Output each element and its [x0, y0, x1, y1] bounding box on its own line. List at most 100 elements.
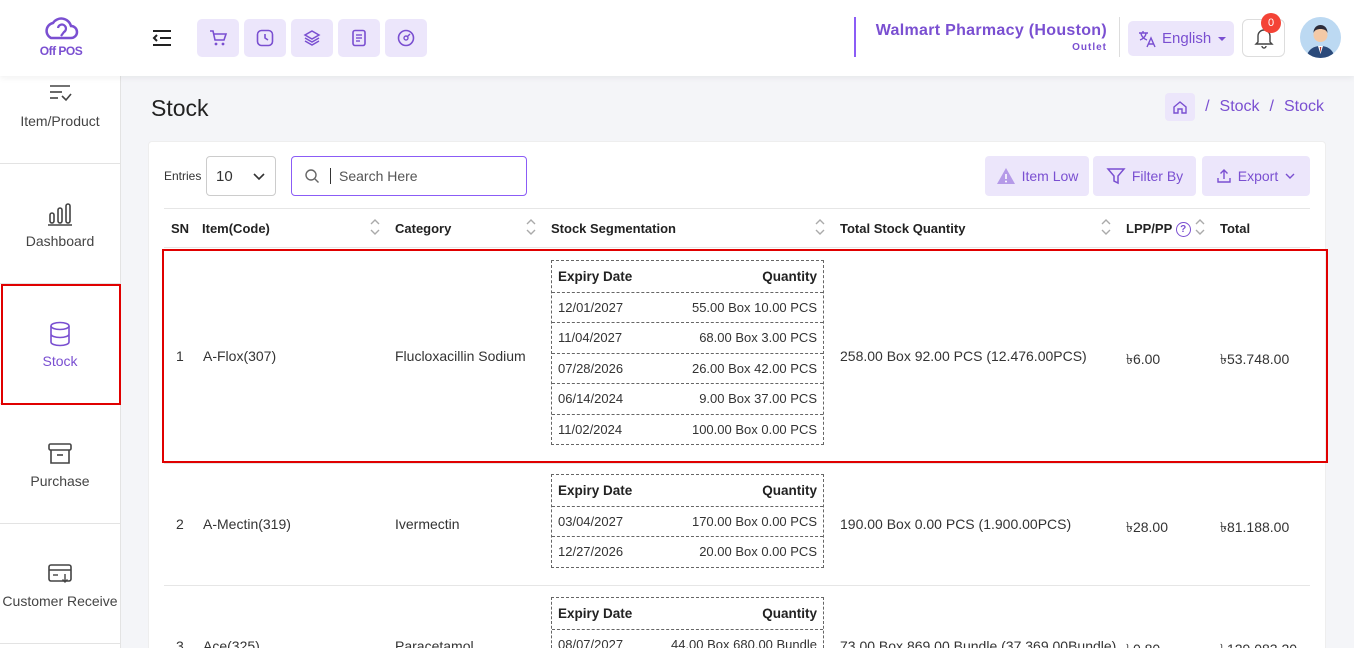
export-label: Export	[1237, 168, 1279, 184]
upload-icon	[1217, 169, 1231, 183]
row3-lpp: ৳0.80	[1126, 638, 1160, 648]
row2-sn: 2	[176, 516, 184, 532]
entries-value: 10	[216, 167, 233, 185]
page-title: Stock	[151, 95, 209, 121]
caret-down-icon	[1218, 36, 1227, 41]
segment-header-expiry: Expiry Date	[558, 482, 633, 498]
row3-sn: 3	[176, 638, 184, 648]
segment-date: 12/27/2026	[558, 544, 624, 560]
sort-icon[interactable]	[525, 217, 537, 237]
sidebar-toggle-button[interactable]	[150, 26, 174, 50]
row2-lpp: ৳28.00	[1126, 519, 1169, 535]
column-header-segmentation[interactable]: Stock Segmentation	[551, 221, 676, 236]
user-avatar-image	[1300, 17, 1341, 58]
language-label: English	[1162, 30, 1212, 47]
sidebar-selection-highlight	[1, 284, 121, 405]
sort-icon[interactable]	[1100, 217, 1112, 237]
breadcrumb-separator: /	[1269, 98, 1274, 115]
row-selection-highlight	[162, 249, 1328, 463]
sidebar-item-customer-receive[interactable]: Customer Receive	[0, 524, 120, 644]
language-selector[interactable]: English	[1128, 21, 1234, 56]
filter-icon	[1106, 168, 1126, 185]
sidebar-item-purchase[interactable]: Purchase	[0, 404, 120, 524]
item-low-label: Item Low	[1021, 168, 1079, 184]
item-product-icon	[50, 85, 72, 102]
segment-header: Expiry Date Quantity	[552, 475, 823, 506]
segment-date: 08/07/2027	[558, 636, 624, 648]
segment-header-qty: Quantity	[762, 482, 817, 498]
row2-total-qty: 190.00 Box 0.00 PCS (1.900.00PCS)	[840, 516, 1072, 532]
row2-stock-segmentation: Expiry Date Quantity 03/04/2027 170.00 Box…	[551, 474, 824, 568]
column-header-total-qty[interactable]: Total Stock Quantity	[840, 221, 965, 236]
app-logo[interactable]: Off POS	[30, 14, 92, 62]
warning-icon	[996, 168, 1015, 184]
entries-label: Entries	[164, 169, 202, 183]
breadcrumb-home-button[interactable]	[1165, 93, 1196, 121]
segment-qty: 44.00 Box 680.00 Bundle	[670, 636, 817, 648]
row3-item[interactable]: Ace(325)	[203, 638, 260, 648]
document-icon	[352, 29, 366, 47]
top-header: Off POS Walmart Pharmacy (Houston) Outle…	[0, 0, 1354, 76]
breadcrumb-link-stock[interactable]: Stock	[1220, 98, 1260, 116]
help-icon[interactable]: ?	[1175, 222, 1191, 238]
gauge-icon	[397, 29, 415, 47]
clock-button[interactable]	[244, 19, 286, 57]
breadcrumb: / Stock / Stock	[1165, 93, 1324, 121]
chevron-down-icon	[253, 173, 265, 181]
row2-item[interactable]: A-Mectin(319)	[203, 516, 291, 532]
menu-collapse-icon	[152, 30, 171, 46]
search-input[interactable]	[330, 168, 500, 184]
outlet-type: Outlet	[1072, 42, 1107, 53]
sidebar-item-label: Purchase	[30, 473, 90, 489]
receipt-money-icon	[48, 564, 72, 583]
segment-row: 03/04/2027 170.00 Box 0.00 PCS	[552, 505, 823, 537]
archive-box-icon	[48, 443, 72, 464]
search-box[interactable]	[291, 156, 527, 196]
layers-button[interactable]	[291, 19, 333, 57]
logo-text: Off POS	[39, 44, 83, 58]
sort-icon[interactable]	[1194, 217, 1206, 237]
item-low-button[interactable]: Item Low	[985, 156, 1089, 196]
column-header-total: Total	[1220, 221, 1251, 236]
segment-header-expiry: Expiry Date	[558, 605, 633, 621]
outlet-selector[interactable]: Walmart Pharmacy (Houston) Outlet	[854, 17, 1120, 57]
segment-row: 08/07/2027 44.00 Box 680.00 Bundle	[552, 628, 823, 648]
row-divider	[164, 585, 1310, 586]
column-header-item[interactable]: Item(Code)	[202, 221, 270, 236]
row3-stock-segmentation: Expiry Date Quantity 08/07/2027 44.00 Box …	[551, 597, 824, 648]
row2-total: ৳81.188.00	[1220, 519, 1290, 535]
translate-icon	[1139, 30, 1156, 47]
layers-icon	[303, 30, 321, 46]
user-avatar[interactable]	[1300, 17, 1341, 58]
row3-total-qty: 73.00 Box 869.00 Bundle (37.369.00Bundle…	[840, 638, 1117, 648]
row3-total: ৳129.083.20	[1220, 638, 1297, 648]
filter-by-button[interactable]: Filter By	[1093, 156, 1196, 196]
sidebar-item-dashboard[interactable]: Dashboard	[0, 164, 120, 284]
row2-category: Ivermectin	[395, 516, 460, 532]
search-icon	[305, 169, 319, 183]
entries-select[interactable]: 10	[206, 156, 276, 196]
breadcrumb-current: Stock	[1283, 98, 1324, 115]
document-button[interactable]	[338, 19, 380, 57]
dashboard-gauge-button[interactable]	[385, 19, 427, 57]
table-header-bottom-border	[164, 247, 1310, 248]
export-button[interactable]: Export	[1202, 156, 1310, 196]
column-header-lpp[interactable]: LPP/PP ?	[1126, 221, 1191, 238]
chevron-down-icon	[1285, 173, 1295, 179]
column-header-sn: SN	[171, 221, 190, 236]
sort-icon[interactable]	[814, 217, 826, 237]
cart-icon	[210, 30, 228, 46]
breadcrumb-separator: /	[1205, 98, 1210, 115]
column-header-category[interactable]: Category	[395, 221, 451, 236]
sidebar: Item/Product Dashboard Stock Purchase Cu…	[0, 76, 121, 648]
segment-qty: 20.00 Box 0.00 PCS	[699, 544, 817, 560]
pos-cart-button[interactable]	[197, 19, 239, 57]
sidebar-item-label: Customer Receive	[2, 593, 118, 609]
cloud-logo-icon	[45, 17, 79, 40]
sidebar-item-label: Item/Product	[20, 113, 100, 129]
table-header-top-border	[164, 208, 1310, 209]
segment-qty: 170.00 Box 0.00 PCS	[691, 513, 817, 529]
segment-date: 03/04/2027	[558, 513, 624, 529]
home-icon	[1173, 101, 1187, 114]
sort-icon[interactable]	[369, 217, 381, 237]
